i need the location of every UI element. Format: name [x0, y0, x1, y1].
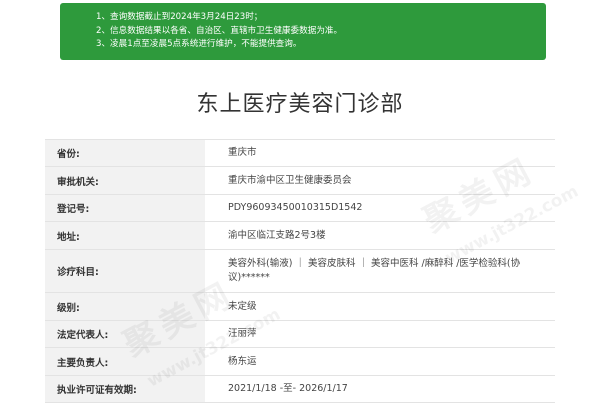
- detail-label: 登记号:: [45, 195, 205, 221]
- detail-value: 杨东运: [228, 355, 257, 367]
- detail-label: 执业许可证有效期:: [45, 376, 205, 402]
- detail-label: 级别:: [45, 293, 205, 320]
- detail-row-province: 省份: 重庆市: [45, 140, 555, 167]
- page-title: 东上医疗美容门诊部: [196, 92, 404, 117]
- detail-value: PDY96093450010315D1542: [228, 202, 363, 213]
- notice-line-2: 2、信息数据结果以各省、自治区、直辖市卫生健康委数据为准。: [96, 25, 343, 36]
- detail-label: 审批机关:: [45, 167, 205, 194]
- detail-label: 法定代表人:: [45, 321, 205, 347]
- details-table: 省份: 重庆市 审批机关: 重庆市渝中区卫生健康委员会 登记号: PDY9609…: [45, 139, 555, 411]
- detail-row-license-validity: 执业许可证有效期: 2021/1/18 -至- 2026/1/17: [45, 376, 555, 403]
- detail-label: 主要负责人:: [45, 348, 205, 375]
- detail-row-legal-representative: 法定代表人: 汪丽萍: [45, 321, 555, 348]
- detail-value: 汪丽萍: [228, 328, 257, 339]
- detail-value: 重庆市: [228, 147, 257, 158]
- detail-row-treatment-subjects: 诊疗科目: 美容外科(输液) ｜ 美容皮肤科 ｜ 美容中医科 /麻醉科 /医学检…: [45, 250, 555, 293]
- detail-value: 美容外科(输液) ｜ 美容皮肤科 ｜ 美容中医科 /麻醉科 /医学检验科(协议)…: [228, 258, 521, 283]
- detail-value: 2021/1/18 -至- 2026/1/17: [228, 383, 348, 394]
- notice-banner: 1、查询数据截止到2024年3月24日23时； 2、信息数据结果以各省、自治区、…: [60, 3, 546, 60]
- detail-label: 地址:: [45, 222, 205, 249]
- detail-value: 重庆市渝中区卫生健康委员会: [228, 174, 352, 186]
- detail-row-approval-authority: 审批机关: 重庆市渝中区卫生健康委员会: [45, 167, 555, 195]
- detail-label: 诊疗科目:: [45, 250, 205, 292]
- detail-row-address: 地址: 渝中区临江支路2号3楼: [45, 222, 555, 250]
- detail-row-principal: 主要负责人: 杨东运: [45, 348, 555, 376]
- notice-line-3: 3、凌晨1点至凌晨5点系统进行维护，不能提供查询。: [96, 39, 302, 49]
- notice-line-1: 1、查询数据截止到2024年3月24日23时；: [96, 12, 263, 22]
- detail-value: 渝中区临江支路2号3楼: [228, 229, 326, 241]
- detail-row-level: 级别: 未定级: [45, 293, 555, 321]
- detail-value: 未定级: [228, 300, 257, 312]
- detail-label: 省份:: [45, 140, 205, 166]
- detail-row-registration-number: 登记号: PDY96093450010315D1542: [45, 195, 555, 222]
